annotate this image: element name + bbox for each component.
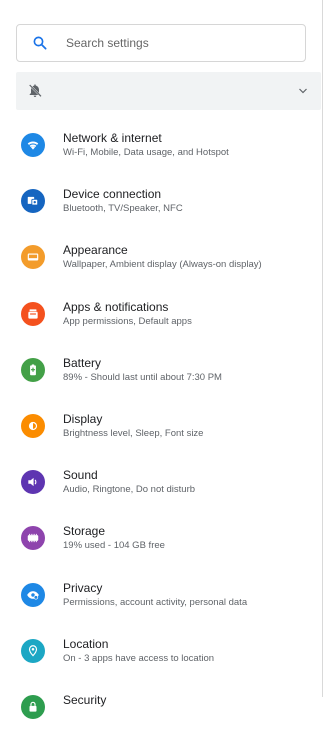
settings-item-subtitle: On - 3 apps have access to location [63,653,215,664]
settings-item-battery[interactable]: Battery 89% - Should last until about 7:3… [0,354,323,410]
settings-item-text: Network & internet Wi-Fi, Mobile, Data us… [63,131,229,159]
settings-item-text: Security [63,693,106,708]
settings-item-subtitle: Wi-Fi, Mobile, Data usage, and Hotspot [63,147,229,158]
settings-item-text: Device connection Bluetooth, TV/Speaker, … [63,187,183,215]
settings-item-apps-notifications[interactable]: Apps & notifications App permissions, Def… [0,298,323,354]
settings-item-text: Display Brightness level, Sleep, Font siz… [63,412,203,440]
settings-item-subtitle: 19% used - 104 GB free [63,540,165,551]
settings-item-title: Battery [63,356,102,370]
settings-item-title: Network & internet [63,131,162,145]
settings-item-title: Device connection [63,187,162,201]
settings-item-text: Privacy Permissions, account activity, pe… [63,581,247,609]
wifi-icon [21,133,45,157]
settings-item-subtitle: Audio, Ringtone, Do not disturb [63,484,196,495]
settings-item-title: Location [63,637,109,651]
battery-icon [21,358,45,382]
bell-off-icon [28,84,42,98]
settings-item-display[interactable]: Display Brightness level, Sleep, Font siz… [0,410,323,466]
apps-icon [21,302,45,326]
settings-item-network-internet[interactable]: Network & internet Wi-Fi, Mobile, Data us… [0,129,323,185]
devices-icon [21,189,45,213]
do-not-disturb-bar[interactable] [16,72,321,110]
settings-item-text: Appearance Wallpaper, Ambient display (Al… [63,243,262,271]
settings-item-security[interactable]: Security [0,691,323,747]
brightness-icon [21,414,45,438]
settings-item-location[interactable]: Location On - 3 apps have access to locat… [0,635,323,691]
wallpaper-icon [21,245,45,269]
settings-item-title: Apps & notifications [63,300,169,314]
settings-item-subtitle: Bluetooth, TV/Speaker, NFC [63,203,183,214]
settings-item-text: Location On - 3 apps have access to locat… [63,637,214,665]
settings-item-title: Storage [63,524,106,538]
settings-item-title: Security [63,693,107,707]
settings-item-subtitle: Wallpaper, Ambient display (Always-on di… [63,259,262,270]
lock-icon [21,695,45,719]
location-pin-icon [21,639,45,663]
settings-item-subtitle: App permissions, Default apps [63,316,192,327]
search-settings-bar[interactable]: Search settings [16,24,306,62]
privacy-eye-icon [21,583,45,607]
settings-item-text: Apps & notifications App permissions, Def… [63,300,192,328]
settings-item-sound[interactable]: Sound Audio, Ringtone, Do not disturb [0,466,323,522]
storage-icon [21,526,45,550]
settings-item-title: Display [63,412,103,426]
settings-item-title: Appearance [63,243,128,257]
settings-item-device-connection[interactable]: Device connection Bluetooth, TV/Speaker, … [0,185,323,241]
search-icon [33,36,47,50]
settings-item-privacy[interactable]: Privacy Permissions, account activity, pe… [0,579,323,635]
settings-item-subtitle: Permissions, account activity, personal … [63,597,248,608]
settings-item-subtitle: 89% - Should last until about 7:30 PM [63,372,222,383]
search-placeholder: Search settings [66,36,149,50]
settings-item-text: Sound Audio, Ringtone, Do not disturb [63,468,195,496]
settings-item-text: Battery 89% - Should last until about 7:3… [63,356,222,384]
volume-icon [21,470,45,494]
settings-item-storage[interactable]: Storage 19% used - 104 GB free [0,522,323,578]
settings-item-title: Privacy [63,581,103,595]
settings-item-text: Storage 19% used - 104 GB free [63,524,165,552]
settings-item-title: Sound [63,468,98,482]
settings-item-appearance[interactable]: Appearance Wallpaper, Ambient display (Al… [0,241,323,297]
chevron-down-icon[interactable] [297,85,309,97]
settings-item-subtitle: Brightness level, Sleep, Font size [63,428,204,439]
